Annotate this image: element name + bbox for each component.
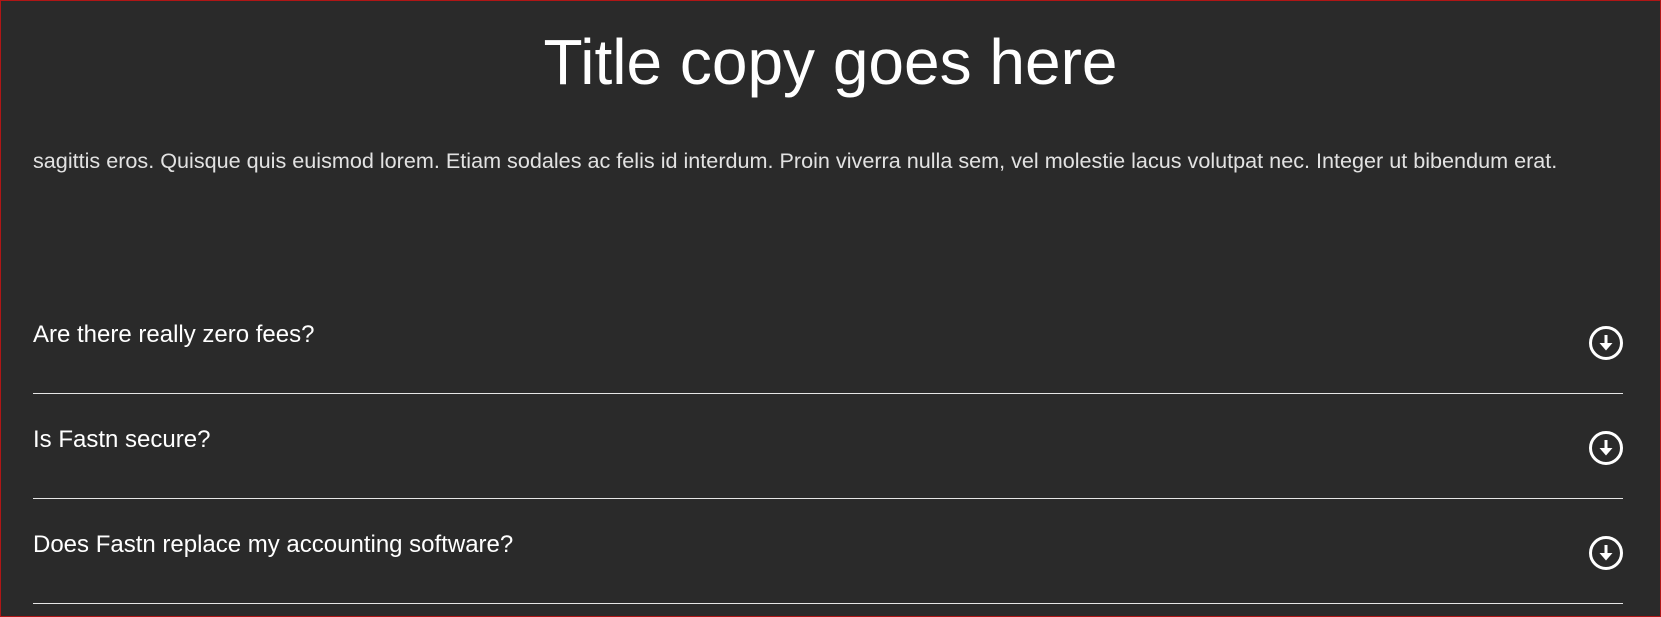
page-title: Title copy goes here [543,26,1118,98]
faq-list: Are there really zero fees? Is Fastn sec… [33,289,1623,604]
intro-text: sagittis eros. Quisque quis euismod lore… [33,148,1558,173]
faq-item[interactable]: Are there really zero fees? [33,289,1623,394]
faq-question: Is Fastn secure? [33,426,211,453]
arrow-down-circle-icon[interactable] [1587,324,1625,362]
faq-question: Does Fastn replace my accounting softwar… [33,531,514,558]
faq-item[interactable]: Does Fastn replace my accounting softwar… [33,499,1623,604]
faq-item[interactable]: Is Fastn secure? [33,394,1623,499]
arrow-down-circle-icon[interactable] [1587,429,1625,467]
arrow-down-circle-icon[interactable] [1587,534,1625,572]
page-frame: Title copy goes here sagittis eros. Quis… [0,0,1661,617]
faq-question: Are there really zero fees? [33,321,315,348]
